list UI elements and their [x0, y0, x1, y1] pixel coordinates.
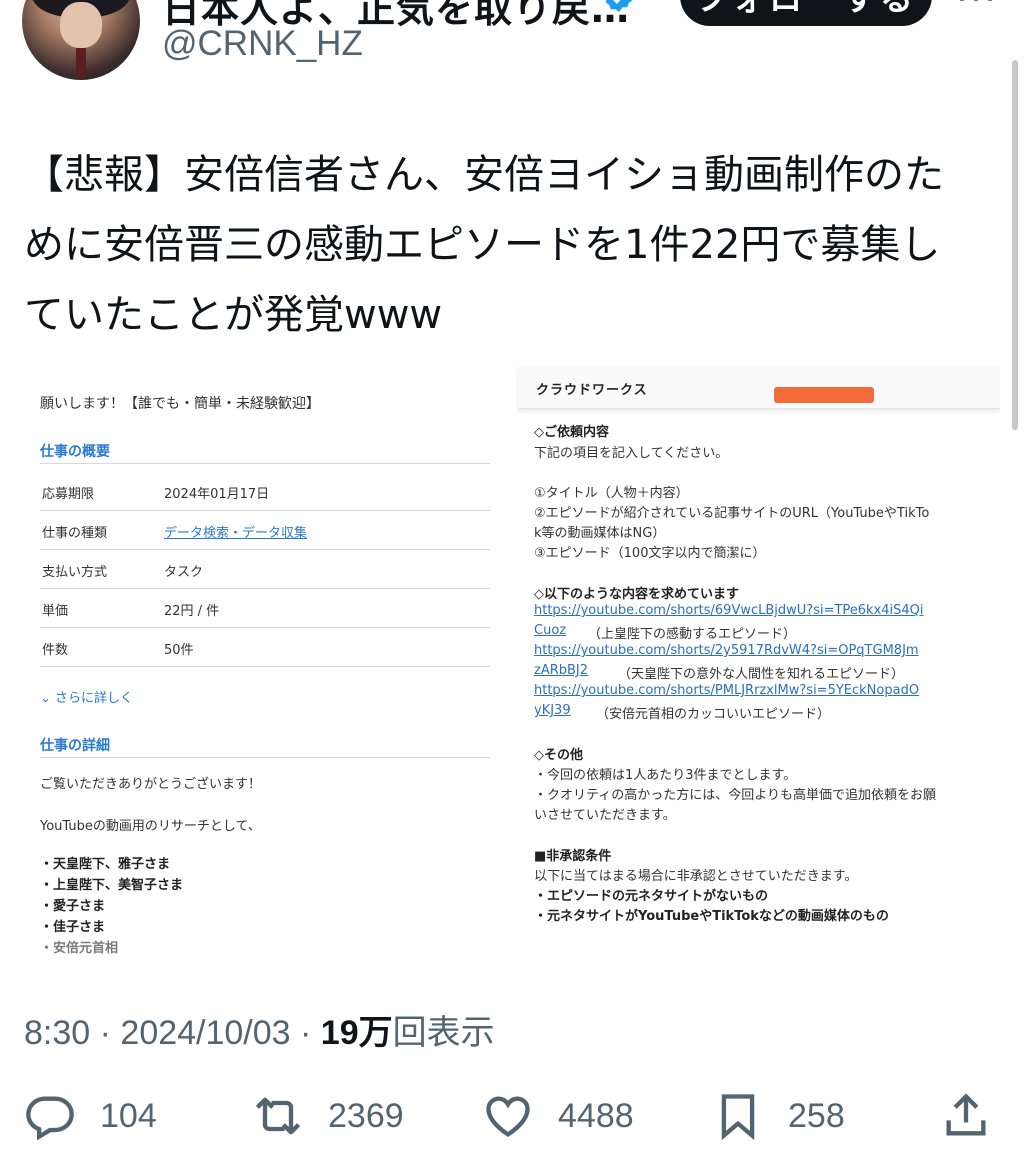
row-value: 50件: [164, 643, 194, 658]
request-line: ◇以下のような内容を求めています: [534, 587, 739, 602]
row-label: 単価: [42, 604, 69, 619]
site-action-button: [774, 387, 874, 403]
like-count: 4488: [558, 1096, 634, 1135]
example-link: https://youtube.com/shorts/69VwcLBjdwU?s…: [534, 603, 924, 618]
row-label: 応募期限: [42, 487, 95, 502]
author-avatar[interactable]: [22, 0, 140, 80]
reject-heading: ■非承認条件: [534, 849, 612, 864]
other-heading: ◇その他: [534, 748, 583, 763]
example-link: Cuoz: [534, 623, 567, 638]
row-value: 2024年01月17日: [164, 487, 270, 502]
detail-bullet: ・安倍元首相: [40, 941, 119, 956]
tweet-date[interactable]: 2024/10/03: [120, 1014, 290, 1052]
detail-heading: 仕事の詳細: [40, 738, 110, 754]
reject-line: ・エピソードの元ネタサイトがないもの: [534, 889, 769, 904]
job-listing-panel: 願いします！【誰でも・簡単・未経験歓迎】 仕事の概要 応募期限 2024年01月…: [24, 365, 514, 956]
row-value: 22円 / 件: [164, 604, 220, 619]
divider: [40, 588, 490, 589]
detail-bullet: ・上皇陛下、美智子さま: [40, 878, 184, 893]
verified-badge-icon: [605, 0, 633, 12]
avatar-face: [60, 2, 102, 48]
view-count: 19万: [320, 1014, 393, 1052]
retweet-count: 2369: [328, 1096, 404, 1135]
share-icon: [946, 1093, 986, 1136]
example-note: （天皇陛下の意外な人間性を知れるエピソード）: [618, 667, 905, 682]
divider: [40, 627, 490, 628]
avatar-tie: [76, 48, 86, 78]
row-label: 件数: [42, 643, 69, 658]
site-header-bar: クラウドワークス: [518, 365, 1000, 409]
divider: [40, 666, 490, 667]
example-link: yKJ39: [534, 703, 571, 718]
share-button[interactable]: [940, 1088, 992, 1144]
reply-button[interactable]: 104: [24, 1088, 157, 1144]
retweet-icon: [255, 1097, 301, 1135]
tweet-text: 【悲報】安倍信者さん、安倍ヨイショ動画制作のた めに安倍晋三の感動エピソードを1…: [24, 140, 994, 350]
scrollbar[interactable]: [1012, 60, 1018, 430]
view-label: 回表示: [392, 1014, 495, 1052]
detail-bullet: ・佳子さま: [40, 920, 106, 935]
example-note: （安倍元首相のカッコいいエピソード）: [596, 707, 831, 722]
example-note: （上皇陛下の感動するエピソード）: [588, 627, 797, 642]
like-button[interactable]: 4488: [482, 1088, 634, 1144]
meta-separator: ·: [290, 1014, 321, 1052]
row-label: 仕事の種類: [42, 526, 108, 541]
example-link: zARbBJ2: [534, 663, 589, 678]
request-line: ◇ご依頼内容: [534, 425, 609, 440]
site-brand: クラウドワークス: [536, 383, 648, 398]
other-line: ・クオリティの高かった方には、今回よりも高単価で追加依頼をお願: [534, 788, 936, 803]
tweet-time[interactable]: 8:30: [24, 1014, 90, 1052]
request-line: ②エピソードが紹介されている記事サイトのURL（YouTubeやTikTo: [534, 506, 930, 521]
bookmark-count: 258: [788, 1096, 845, 1135]
other-line: いさせていただきます。: [534, 808, 676, 823]
other-line: ・今回の依頼は1人あたり3件までとします。: [534, 768, 797, 783]
detail-text: ご覧いただきありがとうございます！: [40, 777, 262, 792]
tweet-media-image[interactable]: 願いします！【誰でも・簡単・未経験歓迎】 仕事の概要 応募期限 2024年01月…: [24, 365, 1000, 960]
detail-text: YouTubeの動画用のリサーチとして、: [40, 819, 261, 834]
reply-icon: [26, 1096, 74, 1141]
listing-title: 願いします！【誰でも・簡単・未経験歓迎】: [40, 396, 320, 412]
tweet-text-line: めに安倍晋三の感動エピソードを1件22円で募集し: [24, 222, 941, 268]
tweet-meta: 8:30 · 2024/10/03 · 19万回表示: [24, 1005, 495, 1054]
reply-count: 104: [100, 1096, 157, 1135]
detail-bullet: ・天皇陛下、雅子さま: [40, 857, 171, 872]
request-line: k等の動画媒体はNG）: [534, 526, 666, 541]
reject-line: 以下に当てはまる場合に非承認とさせていただきます。: [534, 869, 858, 884]
reject-line: ・元ネタサイトがYouTubeやTikTokなどの動画媒体のもの: [534, 909, 889, 924]
divider: [40, 757, 490, 758]
author-handle[interactable]: @CRNK_HZ: [162, 24, 363, 64]
retweet-button[interactable]: 2369: [252, 1088, 404, 1144]
tweet-text-line: ていたことが発覚www: [24, 292, 443, 338]
meta-separator: ·: [90, 1014, 121, 1052]
example-link: https://youtube.com/shorts/PMLJRrzxlMw?s…: [534, 683, 920, 698]
row-value-link: データ検索・データ収集: [164, 526, 308, 541]
row-label: 支払い方式: [42, 565, 108, 580]
see-more-link: ⌄ さらに詳しく: [40, 691, 134, 706]
job-request-panel: クラウドワークス ◇ご依頼内容 下記の項目を記入してください。 ①タイトル（人物…: [518, 365, 1000, 960]
example-link: https://youtube.com/shorts/2y5917RdvW4?s…: [534, 643, 919, 658]
more-options-icon[interactable]: [956, 0, 996, 4]
detail-bullet: ・愛子さま: [40, 899, 106, 914]
request-line: ③エピソード（100文字以内で簡潔に）: [534, 546, 766, 561]
divider: [40, 510, 490, 511]
heart-icon: [486, 1096, 530, 1137]
divider: [40, 549, 490, 550]
tweet-text-line: 【悲報】安倍信者さん、安倍ヨイショ動画制作のた: [24, 152, 944, 198]
follow-button[interactable]: フォローする: [680, 0, 932, 26]
request-line: 下記の項目を記入してください。: [534, 446, 729, 461]
request-line: ①タイトル（人物＋内容）: [534, 486, 689, 501]
row-value: タスク: [164, 565, 204, 580]
overview-heading: 仕事の概要: [40, 444, 110, 460]
divider: [40, 463, 490, 464]
bookmark-icon: [721, 1094, 755, 1141]
bookmark-button[interactable]: 258: [712, 1088, 845, 1144]
